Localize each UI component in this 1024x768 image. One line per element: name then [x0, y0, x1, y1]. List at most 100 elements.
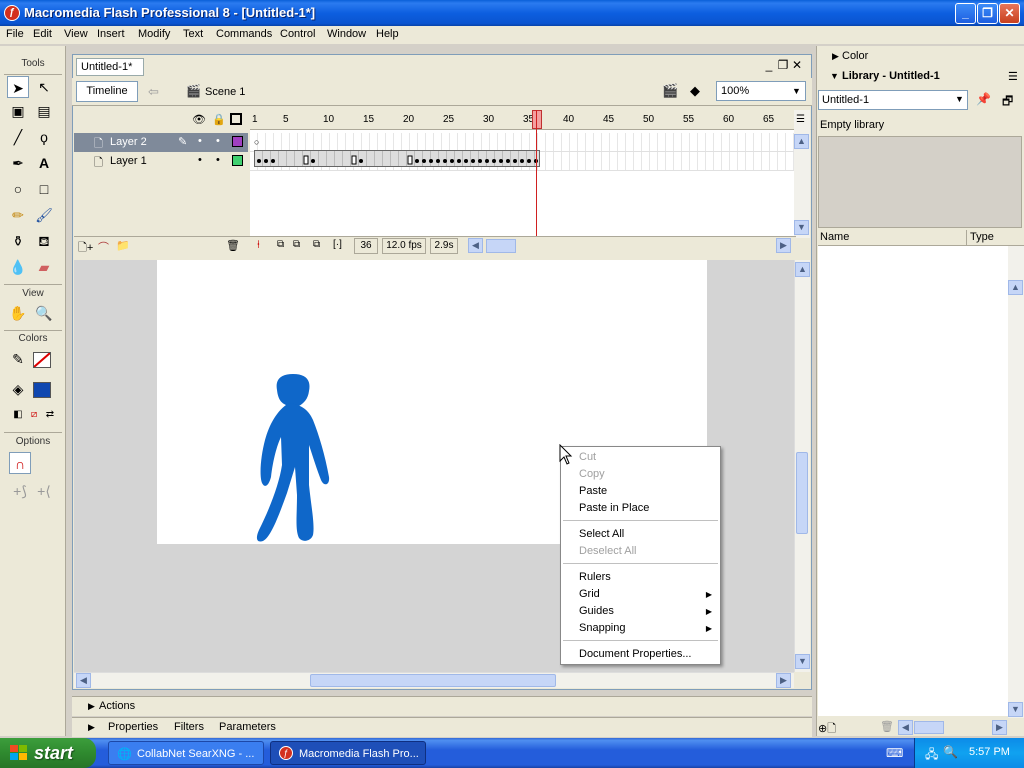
layer-row[interactable]: 🗋 Layer 2 ✎ • •	[74, 133, 248, 152]
chevron-down-icon[interactable]: ▼	[792, 86, 801, 96]
frame-rate[interactable]: 12.0 fps	[382, 238, 426, 254]
lock-dot-icon[interactable]: •	[216, 135, 220, 147]
onion-skin-icon[interactable]: ⧉	[277, 239, 284, 250]
lock-icon[interactable]: 🔒	[212, 113, 226, 126]
timeline-menu-icon[interactable]: ☰	[796, 114, 805, 125]
timeline-hscroll-thumb[interactable]	[486, 239, 516, 253]
properties-tab[interactable]: Properties	[108, 721, 158, 733]
pin-library-icon[interactable]: 📌	[976, 92, 991, 106]
snap-magnet-icon[interactable]: ∩	[9, 452, 31, 474]
free-transform-tool-icon[interactable]: ▣	[7, 100, 29, 122]
scroll-left-icon[interactable]: ◀	[468, 238, 483, 253]
fill-color-icon[interactable]: ◈	[7, 378, 29, 400]
timeline-button[interactable]: Timeline	[76, 81, 138, 102]
search-icon[interactable]: 🔍	[943, 745, 958, 759]
scroll-right-icon[interactable]: ▶	[992, 720, 1007, 735]
outline-icon[interactable]	[230, 113, 242, 125]
menu-window[interactable]: Window	[327, 28, 366, 40]
timeline-vscroll[interactable]: ☰ ▲ ▼	[794, 110, 810, 238]
onion-markers-icon[interactable]: [·]	[333, 239, 342, 250]
ink-bottle-tool-icon[interactable]: ⚱	[7, 230, 29, 252]
scroll-left-icon[interactable]: ◀	[76, 673, 91, 688]
add-folder-icon[interactable]: 📁	[116, 239, 130, 252]
collapse-arrow-icon[interactable]: ▼	[830, 71, 839, 81]
keyframe-strip[interactable]	[254, 150, 540, 167]
menu-item-rulers[interactable]: Rulers	[579, 571, 611, 583]
library-list[interactable]	[818, 246, 1008, 716]
color-panel-label[interactable]: Color	[842, 50, 868, 62]
expand-arrow-icon[interactable]: ▶	[88, 701, 95, 712]
vertical-scroll-thumb[interactable]	[796, 452, 808, 534]
filters-tab[interactable]: Filters	[174, 721, 204, 733]
add-guide-layer-icon[interactable]: ⌒	[98, 239, 109, 255]
edit-multiple-icon[interactable]: ⧉	[313, 239, 320, 250]
menu-item-document-properties[interactable]: Document Properties...	[579, 648, 692, 660]
menu-insert[interactable]: Insert	[97, 28, 125, 40]
visible-dot-icon[interactable]: •	[198, 135, 202, 147]
add-layer-icon[interactable]: 🗋+	[78, 239, 93, 258]
rectangle-tool-icon[interactable]: □	[33, 178, 55, 200]
frame-ruler[interactable]: 1 5 10 15 20 25 30 35 40 45 50 55 60 65	[250, 110, 794, 130]
zoom-tool-icon[interactable]: 🔍	[33, 302, 55, 324]
new-symbol-icon[interactable]: ⊕🗋	[818, 720, 836, 739]
line-tool-icon[interactable]: ╱	[7, 126, 29, 148]
menu-control[interactable]: Control	[280, 28, 315, 40]
menu-item-paste-in-place[interactable]: Paste in Place	[579, 502, 649, 514]
brush-tool-icon[interactable]: 🖌	[33, 204, 55, 226]
pen-tool-icon[interactable]: ✒	[7, 152, 29, 174]
lasso-tool-icon[interactable]: ϙ	[33, 126, 55, 148]
scroll-right-icon[interactable]: ▶	[776, 238, 791, 253]
text-tool-icon[interactable]: A	[33, 152, 55, 174]
scroll-up-icon[interactable]: ▲	[794, 134, 809, 149]
scroll-up-icon[interactable]: ▲	[1008, 280, 1023, 295]
scroll-left-icon[interactable]: ◀	[898, 720, 913, 735]
taskbar-item[interactable]: ƒ Macromedia Flash Pro...	[270, 741, 426, 765]
lock-dot-icon[interactable]: •	[216, 154, 220, 166]
scroll-up-icon[interactable]: ▲	[795, 262, 810, 277]
menu-file[interactable]: File	[6, 28, 24, 40]
new-library-icon[interactable]: 🗗	[1002, 92, 1013, 113]
swap-colors-icon[interactable]: ⇄	[39, 404, 61, 426]
doc-restore-icon[interactable]: ❐	[776, 58, 790, 72]
doc-minimize-icon[interactable]: _	[762, 58, 776, 72]
taskbar-item[interactable]: 🌐 CollabNet SearXNG - ...	[108, 741, 264, 765]
fill-color-swatch[interactable]	[33, 382, 51, 398]
color-panel-header[interactable]: ▶ Color	[818, 48, 1024, 66]
subselection-tool-icon[interactable]: ↖	[33, 76, 55, 98]
actions-label[interactable]: Actions	[99, 700, 135, 712]
menu-item-snapping[interactable]: Snapping	[579, 622, 626, 634]
horizontal-scroll-thumb[interactable]	[310, 674, 556, 687]
restore-button[interactable]: ❐	[977, 3, 998, 24]
stick-figure[interactable]	[237, 365, 437, 655]
library-vscroll[interactable]: ▲ ▼	[1008, 246, 1024, 718]
scene-label[interactable]: Scene 1	[205, 86, 245, 98]
layer-color-swatch[interactable]	[232, 136, 243, 147]
expand-arrow-icon[interactable]: ▶	[88, 722, 95, 733]
edit-symbols-icon[interactable]: ◆	[690, 83, 700, 99]
selection-tool-icon[interactable]: ➤	[7, 76, 29, 98]
library-panel-header[interactable]: ▼ Library - Untitled-1 ☰	[818, 68, 1024, 86]
eye-icon[interactable]: 👁	[192, 113, 206, 126]
flash-app-icon[interactable]: ƒ	[4, 5, 20, 21]
stroke-color-swatch[interactable]	[33, 352, 51, 368]
eraser-tool-icon[interactable]: ▰	[33, 256, 55, 278]
minimize-button[interactable]: _	[955, 3, 976, 24]
layer-color-swatch[interactable]	[232, 155, 243, 166]
type-column-header[interactable]: Type	[970, 231, 994, 243]
keyboard-icon[interactable]: ⌨	[886, 746, 903, 760]
clock[interactable]: 5:57 PM	[969, 746, 1010, 758]
paint-bucket-tool-icon[interactable]: ⛾	[33, 230, 55, 252]
library-hscroll-thumb[interactable]	[914, 721, 944, 734]
close-button[interactable]: ✕	[999, 3, 1020, 24]
document-tab[interactable]: Untitled-1*	[76, 58, 144, 76]
name-column-header[interactable]: Name	[820, 231, 849, 243]
chevron-down-icon[interactable]: ▼	[955, 94, 964, 104]
center-frame-icon[interactable]: ⍿	[257, 239, 260, 252]
scroll-down-icon[interactable]: ▼	[795, 654, 810, 669]
menu-commands[interactable]: Commands	[216, 28, 272, 40]
onion-outline-icon[interactable]: ⧉	[293, 239, 300, 250]
properties-panel-header[interactable]: ▶ Properties Filters Parameters	[72, 717, 812, 737]
pencil-tool-icon[interactable]: ✏	[7, 204, 29, 226]
menu-view[interactable]: View	[64, 28, 88, 40]
scroll-down-icon[interactable]: ▼	[1008, 702, 1023, 717]
